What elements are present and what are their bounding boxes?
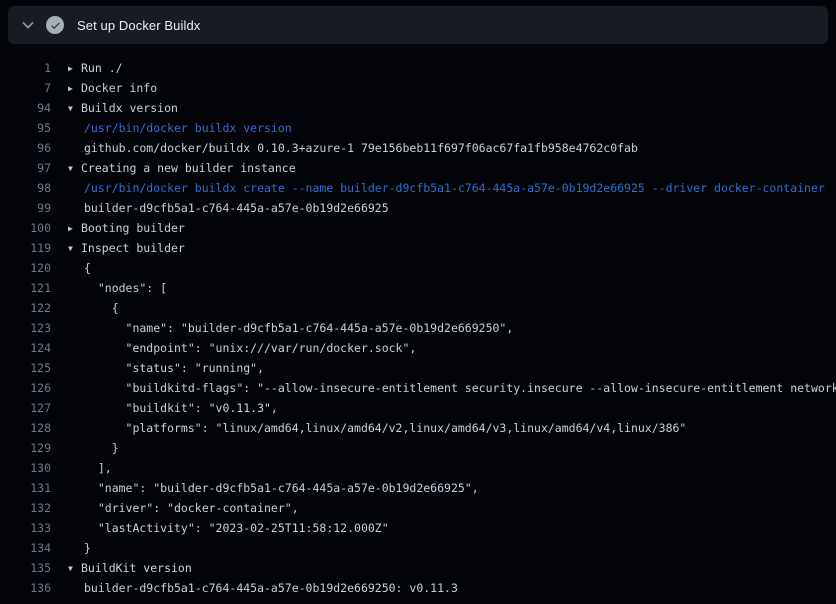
line-number[interactable]: 128 [0,418,51,438]
line-number[interactable]: 121 [0,278,51,298]
log-line: 120 { [0,258,836,278]
log-line[interactable]: 94 ▼Buildx version [0,98,836,118]
line-number[interactable]: 136 [0,578,51,598]
log-text: /usr/bin/docker buildx version [84,121,292,135]
line-number[interactable]: 129 [0,438,51,458]
log-line[interactable]: 135 ▼BuildKit version [0,558,836,578]
log-text: builder-d9cfb5a1-c764-445a-a57e-0b19d2e6… [84,201,389,215]
log-text: builder-d9cfb5a1-c764-445a-a57e-0b19d2e6… [84,581,458,595]
log-text: BuildKit version [81,561,192,575]
line-number[interactable]: 125 [0,358,51,378]
line-number[interactable]: 95 [0,118,51,138]
log-text: "lastActivity": "2023-02-25T11:58:12.000… [84,521,389,535]
log-text: ], [84,461,112,475]
line-number[interactable]: 123 [0,318,51,338]
log-text: "endpoint": "unix:///var/run/docker.sock… [84,341,416,355]
log-text: "driver": "docker-container", [84,501,299,515]
log-line: 124 "endpoint": "unix:///var/run/docker.… [0,338,836,358]
log-text: /usr/bin/docker buildx create --name bui… [84,181,825,195]
check-circle-icon [46,16,64,34]
log-text: Creating a new builder instance [81,161,296,175]
log-line: 127 "buildkit": "v0.11.3", [0,398,836,418]
actions-log-window: Set up Docker Buildx 1 ▶Run ./ 7 ▶Docker… [0,6,836,598]
log-text: "buildkit": "v0.11.3", [84,401,278,415]
log-text: Buildx version [81,101,178,115]
log-line[interactable]: 119 ▼Inspect builder [0,238,836,258]
group-collapsed-icon[interactable]: ▶ [68,79,81,98]
group-collapsed-icon[interactable]: ▶ [68,219,81,238]
log-line[interactable]: 97 ▼Creating a new builder instance [0,158,836,178]
log-text: "platforms": "linux/amd64,linux/amd64/v2… [84,421,686,435]
step-header[interactable]: Set up Docker Buildx [8,6,828,44]
log-text: } [84,541,91,555]
log-line: 123 "name": "builder-d9cfb5a1-c764-445a-… [0,318,836,338]
log-text: Docker info [81,81,157,95]
log-lines: 1 ▶Run ./ 7 ▶Docker info 94 ▼Buildx vers… [0,44,836,598]
log-text: { [84,261,91,275]
log-line: 128 "platforms": "linux/amd64,linux/amd6… [0,418,836,438]
log-text: Run ./ [81,61,123,75]
log-text: Inspect builder [81,241,185,255]
line-number[interactable]: 96 [0,138,51,158]
log-line: 98 /usr/bin/docker buildx create --name … [0,178,836,198]
log-text: github.com/docker/buildx 0.10.3+azure-1 … [84,141,638,155]
log-line: 96 github.com/docker/buildx 0.10.3+azure… [0,138,836,158]
log-line: 95 /usr/bin/docker buildx version [0,118,836,138]
line-number[interactable]: 100 [0,218,51,238]
log-line: 122 { [0,298,836,318]
group-expanded-icon[interactable]: ▼ [68,159,81,178]
log-line: 133 "lastActivity": "2023-02-25T11:58:12… [0,518,836,538]
line-number[interactable]: 124 [0,338,51,358]
log-text: Booting builder [81,221,185,235]
log-line: 131 "name": "builder-d9cfb5a1-c764-445a-… [0,478,836,498]
line-number[interactable]: 126 [0,378,51,398]
line-number[interactable]: 133 [0,518,51,538]
line-number[interactable]: 135 [0,558,51,578]
log-text: "name": "builder-d9cfb5a1-c764-445a-a57e… [84,321,513,335]
line-number[interactable]: 98 [0,178,51,198]
line-number[interactable]: 131 [0,478,51,498]
line-number[interactable]: 94 [0,98,51,118]
group-collapsed-icon[interactable]: ▶ [68,59,81,78]
line-number[interactable]: 99 [0,198,51,218]
log-line: 130 ], [0,458,836,478]
line-number[interactable]: 1 [0,58,51,78]
group-expanded-icon[interactable]: ▼ [68,559,81,578]
line-number[interactable]: 97 [0,158,51,178]
line-number[interactable]: 119 [0,238,51,258]
log-line: 99 builder-d9cfb5a1-c764-445a-a57e-0b19d… [0,198,836,218]
group-expanded-icon[interactable]: ▼ [68,99,81,118]
log-text: "buildkitd-flags": "--allow-insecure-ent… [84,381,836,395]
line-number[interactable]: 120 [0,258,51,278]
log-text: "name": "builder-d9cfb5a1-c764-445a-a57e… [84,481,479,495]
log-text: "nodes": [ [84,281,167,295]
log-line: 129 } [0,438,836,458]
log-text: "status": "running", [84,361,264,375]
log-line[interactable]: 1 ▶Run ./ [0,58,836,78]
line-number[interactable]: 134 [0,538,51,558]
log-line: 134 } [0,538,836,558]
log-line[interactable]: 7 ▶Docker info [0,78,836,98]
log-line[interactable]: 100 ▶Booting builder [0,218,836,238]
log-line: 125 "status": "running", [0,358,836,378]
log-line: 132 "driver": "docker-container", [0,498,836,518]
log-text: { [84,301,119,315]
group-expanded-icon[interactable]: ▼ [68,239,81,258]
line-number[interactable]: 122 [0,298,51,318]
line-number[interactable]: 130 [0,458,51,478]
step-title: Set up Docker Buildx [77,18,200,33]
chevron-down-icon[interactable] [14,11,42,39]
log-text: } [84,441,119,455]
log-line: 136 builder-d9cfb5a1-c764-445a-a57e-0b19… [0,578,836,598]
line-number[interactable]: 7 [0,78,51,98]
line-number[interactable]: 127 [0,398,51,418]
line-number[interactable]: 132 [0,498,51,518]
log-line: 121 "nodes": [ [0,278,836,298]
log-line: 126 "buildkitd-flags": "--allow-insecure… [0,378,836,398]
